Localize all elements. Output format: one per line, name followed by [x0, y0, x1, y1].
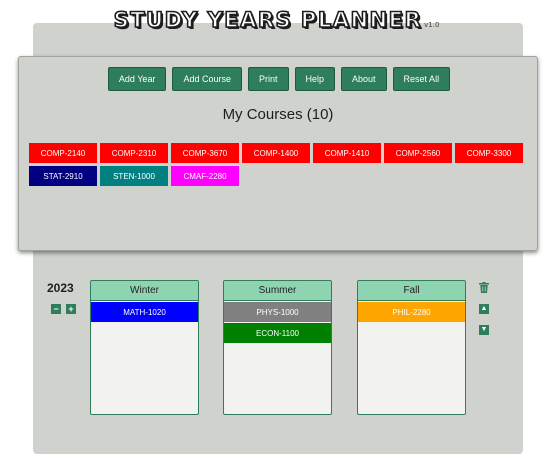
- move-year-up-button[interactable]: ▲: [479, 304, 489, 314]
- course-chip[interactable]: COMP-2560: [384, 143, 452, 163]
- app-title: STUDY YEARS PLANNER v1.0: [0, 7, 553, 33]
- semester-course[interactable]: PHIL-2280: [358, 302, 465, 322]
- add-year-button[interactable]: Add Year: [107, 67, 167, 91]
- semester-title: Winter: [91, 281, 198, 301]
- trash-icon[interactable]: [479, 282, 489, 293]
- triangle-down-icon: ▼: [480, 326, 488, 333]
- courses-panel: Add Year Add Course Print Help About Res…: [18, 56, 538, 251]
- toolbar: Add Year Add Course Print Help About Res…: [19, 67, 537, 91]
- course-chip[interactable]: COMP-3670: [171, 143, 239, 163]
- add-semester-button[interactable]: +: [66, 304, 76, 314]
- about-button[interactable]: About: [341, 67, 387, 91]
- semester-course[interactable]: ECON-1100: [224, 323, 331, 343]
- semester-fall[interactable]: Fall PHIL-2280: [357, 280, 466, 415]
- my-courses-heading: My Courses (10): [222, 106, 334, 123]
- app-title-text: STUDY YEARS PLANNER: [113, 7, 423, 33]
- reset-all-button[interactable]: Reset All: [392, 67, 451, 91]
- semester-course[interactable]: MATH-1020: [91, 302, 198, 322]
- help-button[interactable]: Help: [294, 67, 336, 91]
- add-course-button[interactable]: Add Course: [172, 67, 242, 91]
- course-chip[interactable]: COMP-2310: [100, 143, 168, 163]
- page: STUDY YEARS PLANNER v1.0 Add Year Add Cou…: [0, 0, 553, 474]
- remove-year-button[interactable]: −: [51, 304, 61, 314]
- year-label: 2023: [47, 281, 74, 295]
- course-chip[interactable]: COMP-1410: [313, 143, 381, 163]
- app-version: v1.0: [424, 21, 440, 29]
- course-chip[interactable]: STEN-1000: [100, 166, 168, 186]
- course-chip[interactable]: CMAF-2280: [171, 166, 239, 186]
- course-chip[interactable]: STAT-2910: [29, 166, 97, 186]
- semester-course[interactable]: PHYS-1000: [224, 302, 331, 322]
- move-year-down-button[interactable]: ▼: [479, 325, 489, 335]
- course-chip-list: COMP-2140 COMP-2310 COMP-3670 COMP-1400 …: [29, 143, 529, 186]
- print-button[interactable]: Print: [247, 67, 289, 91]
- course-chip[interactable]: COMP-3300: [455, 143, 523, 163]
- semester-summer[interactable]: Summer PHYS-1000 ECON-1100: [223, 280, 332, 415]
- semester-winter[interactable]: Winter MATH-1020: [90, 280, 199, 415]
- course-chip[interactable]: COMP-1400: [242, 143, 310, 163]
- semester-title: Fall: [358, 281, 465, 301]
- triangle-up-icon: ▲: [480, 305, 488, 312]
- course-chip[interactable]: COMP-2140: [29, 143, 97, 163]
- semester-title: Summer: [224, 281, 331, 301]
